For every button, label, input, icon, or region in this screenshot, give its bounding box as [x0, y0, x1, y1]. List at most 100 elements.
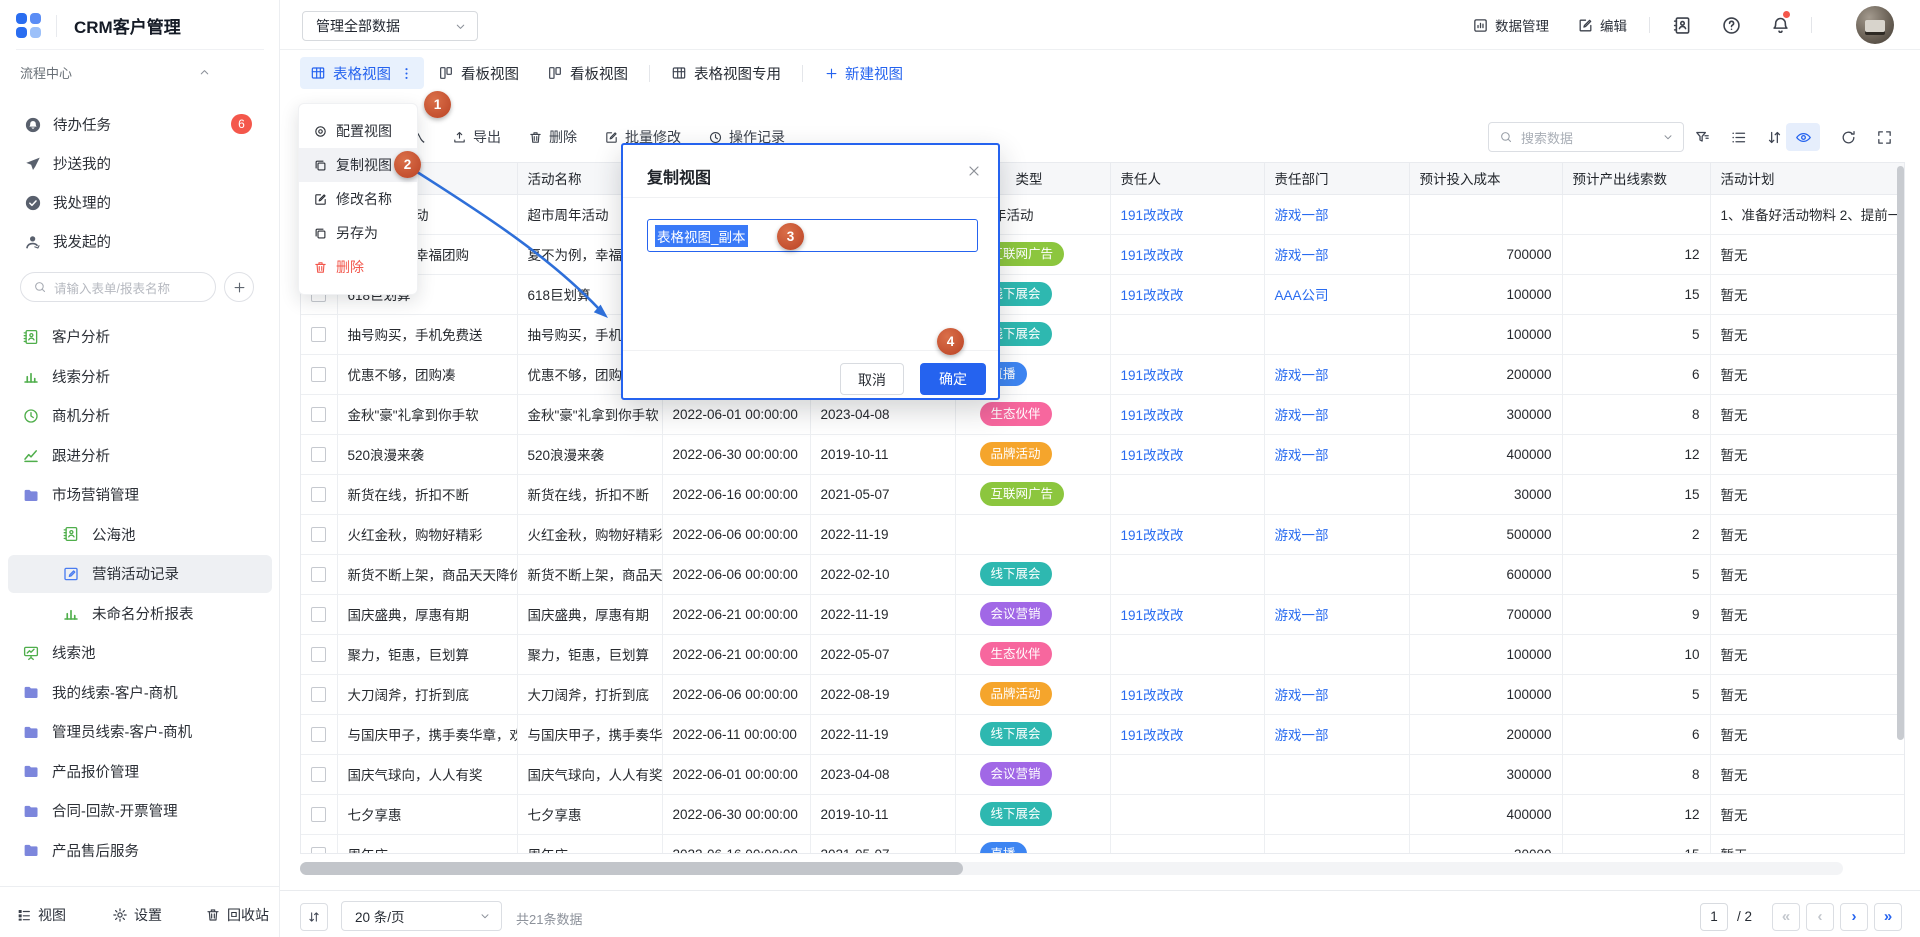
- sidebar-item-市场营销管理[interactable]: 市场营销管理: [0, 475, 280, 515]
- more-vertical-icon[interactable]: [399, 66, 414, 81]
- sidebar-item-客户分析[interactable]: 客户分析: [0, 317, 280, 357]
- cell-end-date: 2019-10-11: [810, 794, 955, 834]
- sidebar-item-抄送我的[interactable]: 抄送我的: [0, 144, 280, 183]
- sidebar-item-产品报价管理[interactable]: 产品报价管理: [0, 752, 280, 792]
- vertical-scrollbar[interactable]: [1897, 166, 1904, 740]
- row-checkbox[interactable]: [311, 487, 326, 502]
- table-row: 周年庆周年庆2022-06-16 00:00:002021-05-07直播300…: [301, 834, 1905, 854]
- cell-owner-link[interactable]: 191改改改: [1121, 728, 1184, 743]
- menu-item-另存为[interactable]: 另存为: [299, 216, 417, 250]
- refresh-icon[interactable]: [1840, 129, 1857, 146]
- row-checkbox[interactable]: [311, 447, 326, 462]
- table-search-input[interactable]: 搜索数据: [1488, 122, 1684, 152]
- row-checkbox[interactable]: [311, 327, 326, 342]
- field-settings-icon[interactable]: [1730, 129, 1747, 146]
- form-search-input[interactable]: 请输入表单/报表名称: [20, 272, 216, 302]
- view-name-input[interactable]: 表格视图_副本: [647, 219, 978, 252]
- sort-icon[interactable]: [1766, 129, 1783, 146]
- row-checkbox[interactable]: [311, 367, 326, 382]
- cancel-button[interactable]: 取消: [840, 363, 904, 395]
- tab-看板视图[interactable]: 看板视图: [533, 57, 642, 89]
- sidebar-item-我处理的[interactable]: 我处理的: [0, 183, 280, 222]
- row-checkbox[interactable]: [311, 527, 326, 542]
- row-checkbox[interactable]: [311, 607, 326, 622]
- menu-item-修改名称[interactable]: 修改名称: [299, 182, 417, 216]
- sidebar-item-产品售后服务[interactable]: 产品售后服务: [0, 831, 280, 871]
- last-page-button[interactable]: »: [1874, 903, 1902, 931]
- data-scope-select[interactable]: 管理全部数据: [302, 11, 478, 41]
- cell-owner-link[interactable]: 191改改改: [1121, 248, 1184, 263]
- cell-owner-link[interactable]: 191改改改: [1121, 408, 1184, 423]
- cell-department-link[interactable]: AAA公司: [1275, 288, 1329, 303]
- row-checkbox[interactable]: [311, 647, 326, 662]
- row-checkbox[interactable]: [311, 567, 326, 582]
- sidebar-footer-recycle[interactable]: 回收站: [205, 898, 269, 932]
- filter-icon[interactable]: [1694, 129, 1711, 146]
- cell-owner-link[interactable]: 191改改改: [1121, 368, 1184, 383]
- sidebar-footer-views[interactable]: 视图: [16, 898, 66, 932]
- next-page-button[interactable]: ›: [1840, 903, 1868, 931]
- sidebar-item-线索分析[interactable]: 线索分析: [0, 357, 280, 397]
- notification-bell-icon[interactable]: [1770, 15, 1791, 36]
- help-icon[interactable]: [1721, 15, 1742, 36]
- cell-department-link[interactable]: 游戏一部: [1275, 728, 1329, 743]
- row-checkbox[interactable]: [311, 727, 326, 742]
- tab-表格视图[interactable]: 表格视图: [300, 57, 424, 89]
- toolbar-删除-button[interactable]: 删除: [528, 127, 577, 147]
- row-checkbox[interactable]: [311, 767, 326, 782]
- close-icon[interactable]: [966, 163, 982, 179]
- toolbar-导出-button[interactable]: 导出: [452, 127, 501, 147]
- row-checkbox[interactable]: [311, 847, 326, 854]
- cell-department-link[interactable]: 游戏一部: [1275, 528, 1329, 543]
- cell-owner-link[interactable]: 191改改改: [1121, 208, 1184, 223]
- menu-item-label: 删除: [336, 257, 364, 277]
- row-checkbox[interactable]: [311, 687, 326, 702]
- cell-department-link[interactable]: 游戏一部: [1275, 608, 1329, 623]
- cell-department-link[interactable]: 游戏一部: [1275, 688, 1329, 703]
- horizontal-scrollbar[interactable]: [300, 862, 963, 875]
- sidebar-item-管理员线索-客户-商机[interactable]: 管理员线索-客户-商机: [0, 712, 280, 752]
- prev-page-button[interactable]: ‹: [1806, 903, 1834, 931]
- sidebar-footer-settings[interactable]: 设置: [112, 898, 162, 932]
- fullscreen-icon[interactable]: [1876, 129, 1893, 146]
- sidebar-item-线索池[interactable]: 线索池: [0, 633, 280, 673]
- cell-department-link[interactable]: 游戏一部: [1275, 248, 1329, 263]
- menu-item-配置视图[interactable]: 配置视图: [299, 114, 417, 148]
- cell-department-link[interactable]: 游戏一部: [1275, 448, 1329, 463]
- cell-owner-link[interactable]: 191改改改: [1121, 608, 1184, 623]
- new-view-button[interactable]: 新建视图: [824, 63, 903, 84]
- sidebar-item-营销活动记录[interactable]: 营销活动记录: [0, 554, 280, 594]
- sidebar-item-我发起的[interactable]: 我发起的: [0, 222, 280, 261]
- add-form-button[interactable]: [224, 272, 254, 302]
- sidebar-item-未命名分析报表[interactable]: 未命名分析报表: [0, 594, 280, 634]
- sidebar-item-待办任务[interactable]: 待办任务6: [0, 105, 280, 144]
- contacts-icon[interactable]: [1672, 15, 1693, 36]
- sidebar-item-我的线索-客户-商机[interactable]: 我的线索-客户-商机: [0, 673, 280, 713]
- tab-表格视图专用[interactable]: 表格视图专用: [657, 57, 795, 89]
- page-size-select[interactable]: 20 条/页: [341, 901, 502, 931]
- cell-owner-link[interactable]: 191改改改: [1121, 288, 1184, 303]
- first-page-button[interactable]: «: [1772, 903, 1800, 931]
- visibility-toggle[interactable]: [1786, 123, 1820, 151]
- sidebar-item-跟进分析[interactable]: 跟进分析: [0, 436, 280, 476]
- cell-department-link[interactable]: 游戏一部: [1275, 208, 1329, 223]
- menu-item-删除[interactable]: 删除: [299, 250, 417, 284]
- cell-owner-link[interactable]: 191改改改: [1121, 448, 1184, 463]
- cell-department-link[interactable]: 游戏一部: [1275, 408, 1329, 423]
- sidebar-item-公海池[interactable]: 公海池: [0, 515, 280, 555]
- confirm-button[interactable]: 确定: [920, 363, 986, 395]
- sidebar-item-商机分析[interactable]: 商机分析: [0, 396, 280, 436]
- tab-看板视图[interactable]: 看板视图: [424, 57, 533, 89]
- row-height-button[interactable]: [300, 903, 328, 931]
- current-page-input[interactable]: 1: [1700, 903, 1728, 931]
- sidebar-item-合同-回款-开票管理[interactable]: 合同-回款-开票管理: [0, 791, 280, 831]
- cell-department-link[interactable]: 游戏一部: [1275, 368, 1329, 383]
- cell-owner-link[interactable]: 191改改改: [1121, 688, 1184, 703]
- row-checkbox[interactable]: [311, 407, 326, 422]
- chevron-up-icon[interactable]: [198, 66, 211, 79]
- row-checkbox[interactable]: [311, 807, 326, 822]
- edit-page-button[interactable]: 编辑: [1577, 15, 1627, 35]
- data-manage-button[interactable]: 数据管理: [1472, 15, 1549, 35]
- cell-owner-link[interactable]: 191改改改: [1121, 528, 1184, 543]
- user-avatar[interactable]: [1856, 6, 1894, 44]
